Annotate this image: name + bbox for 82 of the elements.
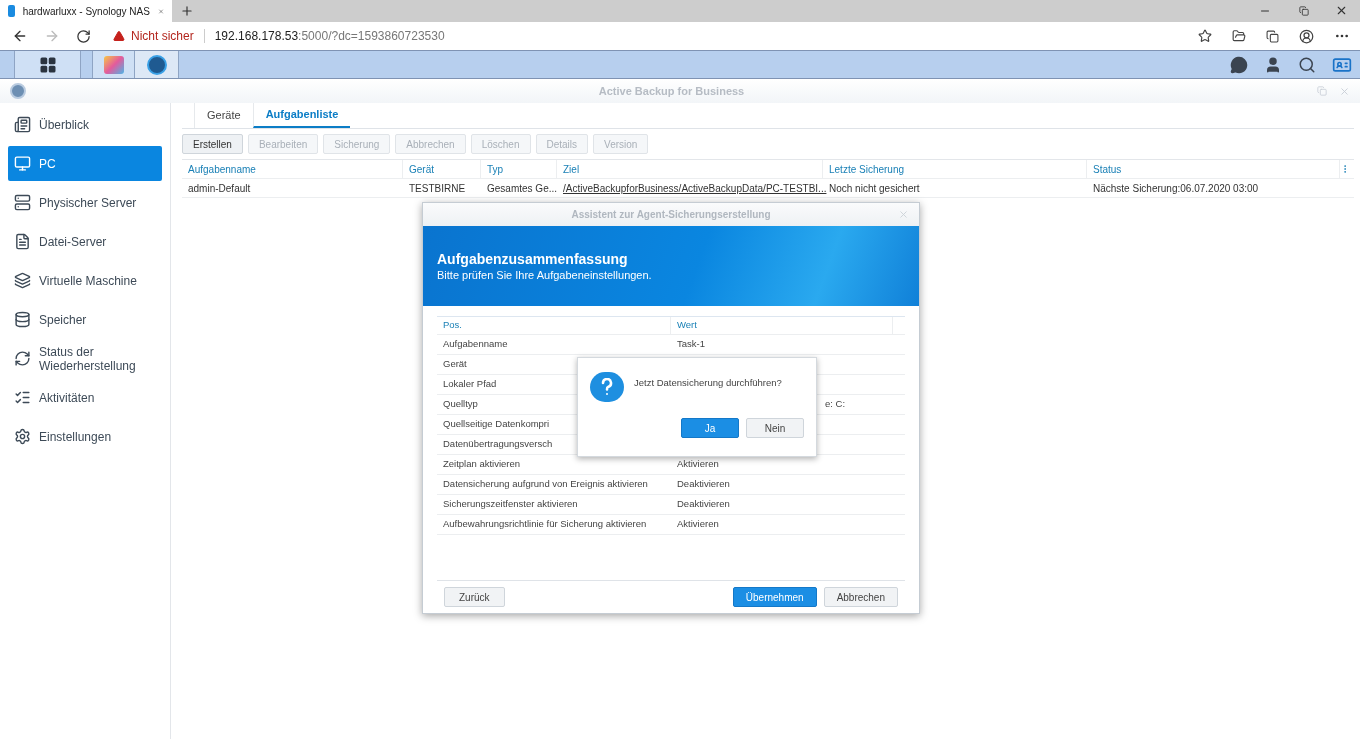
- dialog-button[interactable]: Zurück: [444, 587, 505, 607]
- sidebar-item[interactable]: Überblick: [8, 107, 162, 142]
- table-cell-text: admin-Default: [187, 181, 252, 196]
- column-header[interactable]: Status: [1087, 160, 1340, 178]
- table-cell-text: Lokaler Pfad: [442, 377, 498, 392]
- tab-title: hardwarluxx - Synology NAS: [22, 4, 150, 19]
- column-header[interactable]: Pos.: [437, 317, 671, 334]
- security-warning: Nicht sicher: [131, 28, 194, 45]
- stacked-windows-icon: [14, 272, 31, 289]
- checklist-icon: [14, 389, 31, 406]
- restore-icon[interactable]: [1299, 6, 1309, 16]
- table-cell-text: Datensicherung aufgrund von Ereignis aktivieren: [442, 477, 649, 492]
- dialog-button[interactable]: Ja: [681, 418, 739, 438]
- chat-icon[interactable]: [1230, 55, 1248, 74]
- confirm-message: Jetzt Datensicherung durchführen?: [634, 376, 782, 390]
- table-cell-text: Gerät: [442, 357, 468, 372]
- toolbar-button[interactable]: Erstellen: [182, 134, 243, 154]
- profile-icon[interactable]: [1299, 28, 1314, 44]
- dialog-title: Assistent zur Agent-Sicherungserstellung: [571, 208, 771, 222]
- tab[interactable]: Geräte: [194, 103, 253, 128]
- warning-icon: [113, 30, 125, 42]
- wizard-subheading: Bitte prüfen Sie Ihre Aufgabeneinstellungen.: [437, 267, 653, 282]
- column-header[interactable]: Aufgabenname: [182, 160, 403, 178]
- tab[interactable]: Aufgabenliste: [252, 103, 351, 128]
- sidebar-item[interactable]: Aktivitäten: [8, 380, 162, 415]
- column-header[interactable]: Letzte Sicherung: [823, 160, 1087, 178]
- sidebar-item[interactable]: PC: [8, 146, 162, 181]
- table-cell-text: Quellseitige Datenkompri: [442, 417, 551, 432]
- wizard-heading: Aufgabenzusammenfassung: [437, 250, 629, 268]
- favorite-star-icon[interactable]: [1198, 29, 1212, 43]
- taskbar-app-button[interactable]: [135, 51, 179, 78]
- back-icon[interactable]: [12, 28, 28, 44]
- table-cell-text: Aufbewahrungsrichtlinie für Sicherung aktivieren: [442, 517, 648, 532]
- monitor-icon: [14, 155, 31, 172]
- site-favicon-icon: [8, 5, 15, 17]
- reload-icon[interactable]: [76, 28, 91, 44]
- column-header[interactable]: Wert: [671, 317, 893, 334]
- table-cell-text: Nächste Sicherung:06.07.2020 03:00: [1092, 181, 1260, 196]
- taskbar-app-button[interactable]: [93, 51, 135, 78]
- database-icon: [14, 311, 31, 328]
- refresh-icon: [14, 350, 31, 367]
- table-cell-text: Deaktivieren: [676, 497, 731, 512]
- table-cell-text: e: C:: [824, 397, 847, 412]
- table-cell-text: Datenübertragungsversch: [442, 437, 554, 452]
- user-icon[interactable]: [1264, 55, 1282, 74]
- sidebar-item[interactable]: Virtuelle Maschine: [8, 263, 162, 298]
- sidebar-item[interactable]: Einstellungen: [8, 419, 162, 454]
- table-cell-text: Zeitplan aktivieren: [442, 457, 522, 472]
- table-cell-text: Deaktivieren: [676, 477, 731, 492]
- table-cell-text: Aktivieren: [676, 517, 720, 532]
- sidebar-item[interactable]: Physischer Server: [8, 185, 162, 220]
- table-cell-text: TESTBIRNE: [408, 181, 467, 196]
- document-icon: [14, 233, 31, 250]
- new-tab-icon[interactable]: [180, 4, 194, 18]
- url-text: 192.168.178.53:5000/?dc=1593860723530: [214, 28, 445, 45]
- table-cell-text: Aktivieren: [676, 457, 720, 472]
- sidebar-item[interactable]: Speicher: [8, 302, 162, 337]
- favorites-icon[interactable]: [1232, 29, 1246, 43]
- sidebar-item[interactable]: Datei-Server: [8, 224, 162, 259]
- dialog-button[interactable]: Nein: [746, 418, 804, 438]
- app-logo-icon: [10, 83, 26, 99]
- column-header[interactable]: Typ: [481, 160, 557, 178]
- sidebar-item[interactable]: Status der Wiederherstellung: [8, 341, 162, 376]
- table-cell-text: Task-1: [676, 337, 706, 352]
- table-cell-text: Sicherungszeitfenster aktivieren: [442, 497, 579, 512]
- dialog-button[interactable]: Abbrechen: [823, 587, 898, 607]
- collections-icon[interactable]: [1266, 29, 1279, 43]
- browser-tab[interactable]: hardwarluxx - Synology NAS: [0, 0, 172, 22]
- column-header[interactable]: Gerät: [403, 160, 481, 178]
- table-cell-text: Gesamtes Ge...: [486, 181, 557, 196]
- table-cell-text: Quelltyp: [442, 397, 479, 412]
- table-cell-text: Aufgabenname: [442, 337, 509, 352]
- grid-icon: [38, 55, 57, 74]
- column-header[interactable]: Ziel: [557, 160, 823, 178]
- window-title: Active Backup for Business: [597, 83, 746, 99]
- close-icon[interactable]: [1335, 4, 1348, 17]
- server-icon: [14, 194, 31, 211]
- search-icon[interactable]: [1298, 55, 1316, 74]
- main-menu-button[interactable]: [15, 51, 81, 78]
- settings-icon: [14, 428, 31, 445]
- question-icon: [590, 372, 624, 402]
- dialog-button[interactable]: Übernehmen: [732, 587, 817, 607]
